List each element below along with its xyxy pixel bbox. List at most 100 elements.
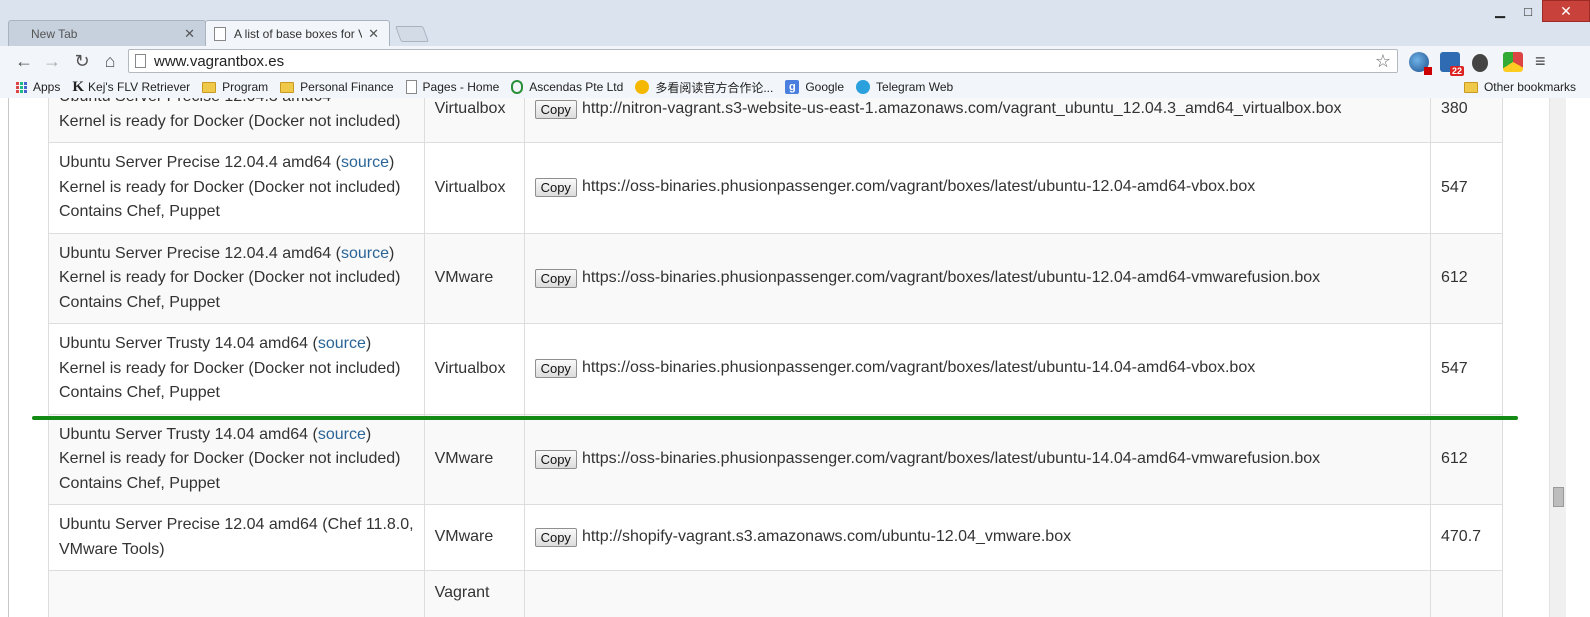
close-icon[interactable]: ✕: [368, 26, 379, 42]
calendar-extension-icon[interactable]: 22: [1440, 52, 1464, 76]
calendar-badge: 22: [1449, 66, 1464, 76]
table-row: Ubuntu Server Precise 12.04.3 amd64 Kerne…: [48, 98, 1503, 143]
table-row: Ubuntu Server Trusty 14.04 amd64 (source…: [48, 323, 1503, 415]
box-url[interactable]: http://nitron-vagrant.s3-website-us-east…: [582, 100, 1342, 117]
reload-icon[interactable]: ↻: [70, 50, 94, 72]
source-link[interactable]: source: [341, 154, 389, 171]
bookmark-duokan[interactable]: 多看阅读官方合作论...: [629, 79, 779, 96]
ascendas-icon: [511, 80, 524, 94]
google-icon: g: [785, 80, 800, 94]
annotation-line: [32, 416, 1518, 420]
box-url[interactable]: https://oss-binaries.phusionpassenger.co…: [582, 178, 1255, 195]
copy-button[interactable]: Copy: [534, 268, 577, 288]
box-name: Ubuntu Server Precise 12.04.3 amd64: [59, 98, 331, 105]
size-cell: 547: [1430, 142, 1503, 234]
box-name-cell: Ubuntu Server Trusty 14.04 amd64 (source…: [48, 413, 425, 505]
bookmark-kej-flv[interactable]: K Kej's FLV Retriever: [66, 79, 196, 96]
close-icon[interactable]: ✕: [184, 26, 195, 42]
box-url[interactable]: https://oss-binaries.phusionpassenger.co…: [582, 269, 1320, 286]
provider-cell: Virtualbox: [423, 98, 525, 143]
provider: Vagrant: [434, 584, 490, 601]
box-name-cell: Ubuntu Server Trusty 14.04 amd64 (source…: [48, 323, 425, 415]
url-cell: Copy http://shopify-vagrant.s3.amazonaws.…: [523, 504, 1432, 571]
provider-cell: Virtualbox: [423, 323, 525, 415]
duokan-icon: [635, 80, 650, 94]
page-icon: [214, 26, 226, 41]
table-row: Ubuntu Server Precise 12.04.4 amd64 (sou…: [48, 142, 1503, 234]
provider: VMware: [434, 528, 494, 546]
url-cell: Copy https://oss-binaries.phusionpassenge…: [523, 323, 1432, 415]
box-contents: Contains Chef, Puppet: [59, 203, 220, 220]
box-name-cell: Ubuntu Server Precise 12.04 amd64 (Chef …: [48, 504, 425, 571]
back-icon[interactable]: ←: [12, 50, 36, 72]
globe-extension-icon[interactable]: [1409, 52, 1432, 75]
box-url[interactable]: https://oss-binaries.phusionpassenger.co…: [582, 359, 1255, 376]
scroll-thumb[interactable]: [1553, 487, 1564, 507]
box-name: Ubuntu Server Precise 12.04 amd64 (Chef …: [59, 516, 414, 533]
box-name-cell: Ubuntu Server Precise 12.04.3 amd64 Kerne…: [48, 98, 425, 143]
bookmark-telegram[interactable]: Telegram Web: [850, 80, 959, 94]
toolbar: ← → ↻ ⌂ www.vagrantbox.es ☆ 22 ≡: [0, 46, 1590, 76]
evernote-extension-icon[interactable]: [1472, 54, 1488, 72]
tab-vagrantbox[interactable]: A list of base boxes for Vag ✕: [205, 20, 390, 46]
size-cell: [1430, 570, 1503, 617]
home-icon[interactable]: ⌂: [98, 50, 122, 72]
size-cell: 547: [1430, 323, 1503, 415]
tab-title: A list of base boxes for Vag: [234, 26, 363, 41]
url-cell: [523, 570, 1432, 617]
apps-grid-icon: [16, 81, 27, 93]
box-size: 380: [1441, 100, 1468, 118]
window-close-button[interactable]: ✕: [1542, 0, 1590, 22]
source-link[interactable]: source: [318, 335, 366, 352]
tab-strip: New Tab ✕ A list of base boxes for Vag ✕…: [0, 0, 1590, 46]
copy-button[interactable]: Copy: [534, 178, 577, 197]
url-cell: Copy https://oss-binaries.phusionpassenge…: [523, 142, 1432, 234]
bookmark-label: Pages - Home: [422, 80, 500, 94]
minimize-button[interactable]: ▁: [1486, 0, 1514, 22]
maximize-button[interactable]: □: [1514, 0, 1542, 22]
menu-icon[interactable]: ≡: [1535, 51, 1555, 71]
bookmark-label: 多看阅读官方合作论...: [655, 80, 774, 95]
bookmark-apps[interactable]: Apps: [0, 80, 66, 94]
box-name-cell: Ubuntu Server Precise 12.04.4 amd64 (sou…: [48, 142, 425, 234]
box-note: Kernel is ready for Docker (Docker not i…: [59, 450, 401, 467]
browser-chrome: New Tab ✕ A list of base boxes for Vag ✕…: [0, 0, 1590, 98]
copy-button[interactable]: Copy: [534, 527, 577, 547]
bookmarks-bar: Apps K Kej's FLV Retriever Program Perso…: [0, 76, 1590, 98]
forward-icon[interactable]: →: [40, 50, 64, 72]
url-cell: Copy https://oss-binaries.phusionpassenge…: [523, 232, 1432, 324]
bookmark-label: Personal Finance: [300, 80, 394, 94]
bookmark-program[interactable]: Program: [196, 80, 274, 94]
star-icon[interactable]: ☆: [1375, 51, 1391, 72]
bookmark-other[interactable]: Other bookmarks: [1458, 80, 1590, 94]
bookmark-personal-finance[interactable]: Personal Finance: [274, 80, 399, 94]
box-size: 612: [1441, 269, 1468, 286]
provider: Virtualbox: [434, 100, 506, 118]
bookmark-label: Program: [222, 80, 269, 94]
box-url[interactable]: https://oss-binaries.phusionpassenger.co…: [582, 450, 1320, 467]
bookmark-google[interactable]: g Google: [779, 80, 850, 94]
address-bar[interactable]: www.vagrantbox.es ☆: [128, 49, 1398, 73]
size-cell: 380: [1430, 98, 1503, 143]
box-url[interactable]: http://shopify-vagrant.s3.amazonaws.com/…: [582, 528, 1071, 545]
url-text[interactable]: www.vagrantbox.es: [154, 53, 284, 70]
folder-icon: [280, 81, 295, 93]
size-cell: 470.7: [1430, 504, 1503, 571]
bookmark-pages-home[interactable]: Pages - Home: [400, 80, 506, 94]
scrollbar[interactable]: [1549, 98, 1566, 617]
tab-new-tab[interactable]: New Tab ✕: [8, 20, 206, 46]
box-note: Kernel is ready for Docker (Docker not i…: [59, 359, 401, 377]
size-cell: 612: [1430, 232, 1503, 324]
bookmark-ascendas[interactable]: Ascendas Pte Ltd: [505, 80, 629, 94]
new-tab-button[interactable]: [395, 26, 429, 42]
size-cell: 612: [1430, 413, 1503, 505]
copy-button[interactable]: Copy: [534, 449, 577, 469]
page-icon: [135, 54, 146, 68]
copy-button[interactable]: Copy: [534, 99, 577, 119]
chrome-extension-icon[interactable]: [1503, 52, 1523, 72]
k-icon: K: [72, 78, 85, 95]
provider-cell: Vagrant: [423, 570, 525, 617]
source-link[interactable]: source: [341, 245, 389, 262]
copy-button[interactable]: Copy: [534, 359, 577, 378]
source-link[interactable]: source: [318, 426, 366, 443]
